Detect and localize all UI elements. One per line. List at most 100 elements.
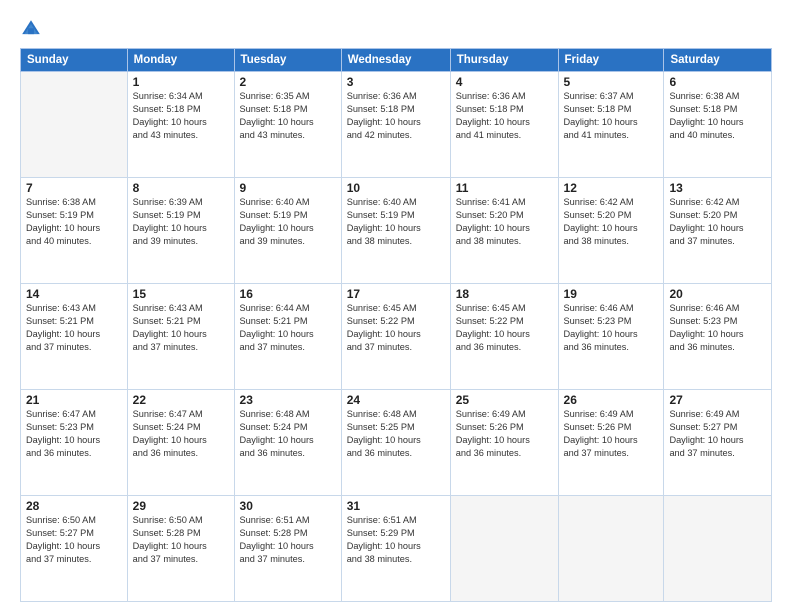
day-number: 25 [456,393,553,407]
calendar-header-row: SundayMondayTuesdayWednesdayThursdayFrid… [21,49,772,72]
calendar-cell: 18Sunrise: 6:45 AM Sunset: 5:22 PM Dayli… [450,284,558,390]
calendar-week-4: 28Sunrise: 6:50 AM Sunset: 5:27 PM Dayli… [21,496,772,602]
calendar-table: SundayMondayTuesdayWednesdayThursdayFrid… [20,48,772,602]
calendar-cell: 20Sunrise: 6:46 AM Sunset: 5:23 PM Dayli… [664,284,772,390]
calendar-week-1: 7Sunrise: 6:38 AM Sunset: 5:19 PM Daylig… [21,178,772,284]
calendar-header-friday: Friday [558,49,664,72]
day-number: 11 [456,181,553,195]
day-number: 8 [133,181,229,195]
day-info: Sunrise: 6:49 AM Sunset: 5:26 PM Dayligh… [456,408,553,460]
day-number: 18 [456,287,553,301]
calendar-cell: 30Sunrise: 6:51 AM Sunset: 5:28 PM Dayli… [234,496,341,602]
day-number: 20 [669,287,766,301]
logo [20,18,45,40]
day-info: Sunrise: 6:48 AM Sunset: 5:24 PM Dayligh… [240,408,336,460]
day-info: Sunrise: 6:49 AM Sunset: 5:27 PM Dayligh… [669,408,766,460]
calendar-cell [558,496,664,602]
day-number: 13 [669,181,766,195]
day-number: 26 [564,393,659,407]
calendar-cell: 26Sunrise: 6:49 AM Sunset: 5:26 PM Dayli… [558,390,664,496]
calendar-week-0: 1Sunrise: 6:34 AM Sunset: 5:18 PM Daylig… [21,72,772,178]
calendar-header-monday: Monday [127,49,234,72]
day-number: 9 [240,181,336,195]
day-number: 3 [347,75,445,89]
day-number: 6 [669,75,766,89]
calendar-cell: 31Sunrise: 6:51 AM Sunset: 5:29 PM Dayli… [341,496,450,602]
day-info: Sunrise: 6:43 AM Sunset: 5:21 PM Dayligh… [26,302,122,354]
calendar-cell: 7Sunrise: 6:38 AM Sunset: 5:19 PM Daylig… [21,178,128,284]
day-info: Sunrise: 6:34 AM Sunset: 5:18 PM Dayligh… [133,90,229,142]
day-info: Sunrise: 6:38 AM Sunset: 5:18 PM Dayligh… [669,90,766,142]
day-info: Sunrise: 6:42 AM Sunset: 5:20 PM Dayligh… [564,196,659,248]
calendar-cell: 13Sunrise: 6:42 AM Sunset: 5:20 PM Dayli… [664,178,772,284]
day-number: 10 [347,181,445,195]
calendar-cell [450,496,558,602]
day-number: 27 [669,393,766,407]
day-info: Sunrise: 6:51 AM Sunset: 5:29 PM Dayligh… [347,514,445,566]
day-number: 5 [564,75,659,89]
logo-icon [20,18,42,40]
day-info: Sunrise: 6:35 AM Sunset: 5:18 PM Dayligh… [240,90,336,142]
day-info: Sunrise: 6:49 AM Sunset: 5:26 PM Dayligh… [564,408,659,460]
calendar-header-saturday: Saturday [664,49,772,72]
day-info: Sunrise: 6:40 AM Sunset: 5:19 PM Dayligh… [240,196,336,248]
calendar-cell: 5Sunrise: 6:37 AM Sunset: 5:18 PM Daylig… [558,72,664,178]
day-number: 2 [240,75,336,89]
day-info: Sunrise: 6:46 AM Sunset: 5:23 PM Dayligh… [669,302,766,354]
day-info: Sunrise: 6:36 AM Sunset: 5:18 PM Dayligh… [347,90,445,142]
calendar-cell [21,72,128,178]
day-number: 4 [456,75,553,89]
day-number: 23 [240,393,336,407]
calendar-cell: 12Sunrise: 6:42 AM Sunset: 5:20 PM Dayli… [558,178,664,284]
calendar-cell: 25Sunrise: 6:49 AM Sunset: 5:26 PM Dayli… [450,390,558,496]
calendar-week-2: 14Sunrise: 6:43 AM Sunset: 5:21 PM Dayli… [21,284,772,390]
day-info: Sunrise: 6:47 AM Sunset: 5:24 PM Dayligh… [133,408,229,460]
calendar-cell: 15Sunrise: 6:43 AM Sunset: 5:21 PM Dayli… [127,284,234,390]
day-info: Sunrise: 6:37 AM Sunset: 5:18 PM Dayligh… [564,90,659,142]
calendar-week-3: 21Sunrise: 6:47 AM Sunset: 5:23 PM Dayli… [21,390,772,496]
day-info: Sunrise: 6:50 AM Sunset: 5:27 PM Dayligh… [26,514,122,566]
day-number: 30 [240,499,336,513]
calendar-cell: 24Sunrise: 6:48 AM Sunset: 5:25 PM Dayli… [341,390,450,496]
day-number: 17 [347,287,445,301]
day-info: Sunrise: 6:38 AM Sunset: 5:19 PM Dayligh… [26,196,122,248]
day-number: 19 [564,287,659,301]
calendar-cell: 22Sunrise: 6:47 AM Sunset: 5:24 PM Dayli… [127,390,234,496]
calendar-header-sunday: Sunday [21,49,128,72]
calendar-cell: 19Sunrise: 6:46 AM Sunset: 5:23 PM Dayli… [558,284,664,390]
day-number: 24 [347,393,445,407]
calendar-cell: 23Sunrise: 6:48 AM Sunset: 5:24 PM Dayli… [234,390,341,496]
calendar-cell: 3Sunrise: 6:36 AM Sunset: 5:18 PM Daylig… [341,72,450,178]
calendar-cell [664,496,772,602]
day-number: 29 [133,499,229,513]
day-info: Sunrise: 6:40 AM Sunset: 5:19 PM Dayligh… [347,196,445,248]
day-info: Sunrise: 6:36 AM Sunset: 5:18 PM Dayligh… [456,90,553,142]
day-number: 14 [26,287,122,301]
calendar-header-wednesday: Wednesday [341,49,450,72]
day-number: 7 [26,181,122,195]
day-info: Sunrise: 6:51 AM Sunset: 5:28 PM Dayligh… [240,514,336,566]
calendar-cell: 9Sunrise: 6:40 AM Sunset: 5:19 PM Daylig… [234,178,341,284]
calendar-cell: 10Sunrise: 6:40 AM Sunset: 5:19 PM Dayli… [341,178,450,284]
day-info: Sunrise: 6:45 AM Sunset: 5:22 PM Dayligh… [347,302,445,354]
day-number: 16 [240,287,336,301]
calendar-cell: 8Sunrise: 6:39 AM Sunset: 5:19 PM Daylig… [127,178,234,284]
calendar-header-tuesday: Tuesday [234,49,341,72]
calendar-cell: 2Sunrise: 6:35 AM Sunset: 5:18 PM Daylig… [234,72,341,178]
calendar-cell: 29Sunrise: 6:50 AM Sunset: 5:28 PM Dayli… [127,496,234,602]
day-info: Sunrise: 6:47 AM Sunset: 5:23 PM Dayligh… [26,408,122,460]
day-info: Sunrise: 6:39 AM Sunset: 5:19 PM Dayligh… [133,196,229,248]
page: SundayMondayTuesdayWednesdayThursdayFrid… [0,0,792,612]
calendar-cell: 11Sunrise: 6:41 AM Sunset: 5:20 PM Dayli… [450,178,558,284]
day-info: Sunrise: 6:42 AM Sunset: 5:20 PM Dayligh… [669,196,766,248]
calendar-cell: 14Sunrise: 6:43 AM Sunset: 5:21 PM Dayli… [21,284,128,390]
day-number: 31 [347,499,445,513]
day-number: 15 [133,287,229,301]
day-number: 21 [26,393,122,407]
header [20,18,772,40]
calendar-cell: 1Sunrise: 6:34 AM Sunset: 5:18 PM Daylig… [127,72,234,178]
day-info: Sunrise: 6:46 AM Sunset: 5:23 PM Dayligh… [564,302,659,354]
calendar-cell: 16Sunrise: 6:44 AM Sunset: 5:21 PM Dayli… [234,284,341,390]
calendar-cell: 28Sunrise: 6:50 AM Sunset: 5:27 PM Dayli… [21,496,128,602]
day-info: Sunrise: 6:48 AM Sunset: 5:25 PM Dayligh… [347,408,445,460]
